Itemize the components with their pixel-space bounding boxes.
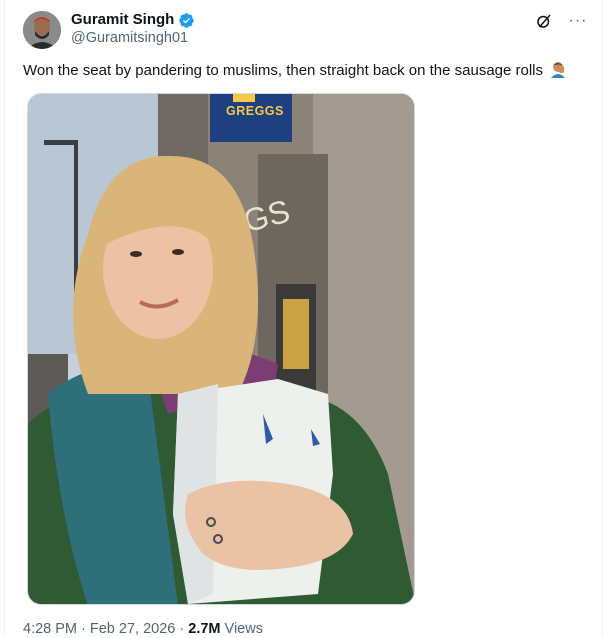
meta-separator: · [77, 621, 90, 637]
views-label: Views [224, 621, 263, 637]
person-facepalming-emoji-icon [549, 60, 567, 84]
more-icon[interactable]: ··· [568, 11, 588, 31]
tweet-header: Guramit Singh @Guramitsingh01 ··· [23, 11, 588, 51]
views-count[interactable]: 2.7M [188, 621, 220, 637]
tweet-photo[interactable]: GGS GREGGS [27, 93, 415, 605]
tweet-date[interactable]: Feb 27, 2026 [90, 621, 175, 637]
greggs-sign-text: GREGGS [226, 104, 284, 118]
header-actions: ··· [534, 11, 588, 31]
author-handle[interactable]: @Guramitsingh01 [71, 29, 195, 47]
verified-badge-icon[interactable] [178, 12, 195, 29]
tweet-meta: 4:28 PM · Feb 27, 2026 · 2.7M Views [23, 620, 263, 638]
grok-icon[interactable] [534, 11, 554, 31]
tweet-text: Won the seat by pandering to muslims, th… [23, 60, 588, 84]
meta-separator-2: · [175, 621, 189, 637]
tweet-body: Won the seat by pandering to muslims, th… [23, 62, 544, 79]
author-avatar[interactable] [23, 11, 61, 49]
tweet-time[interactable]: 4:28 PM [23, 621, 77, 637]
author-display-name[interactable]: Guramit Singh [71, 11, 174, 29]
tweet-card[interactable]: Guramit Singh @Guramitsingh01 ··· Won th… [4, 0, 603, 638]
